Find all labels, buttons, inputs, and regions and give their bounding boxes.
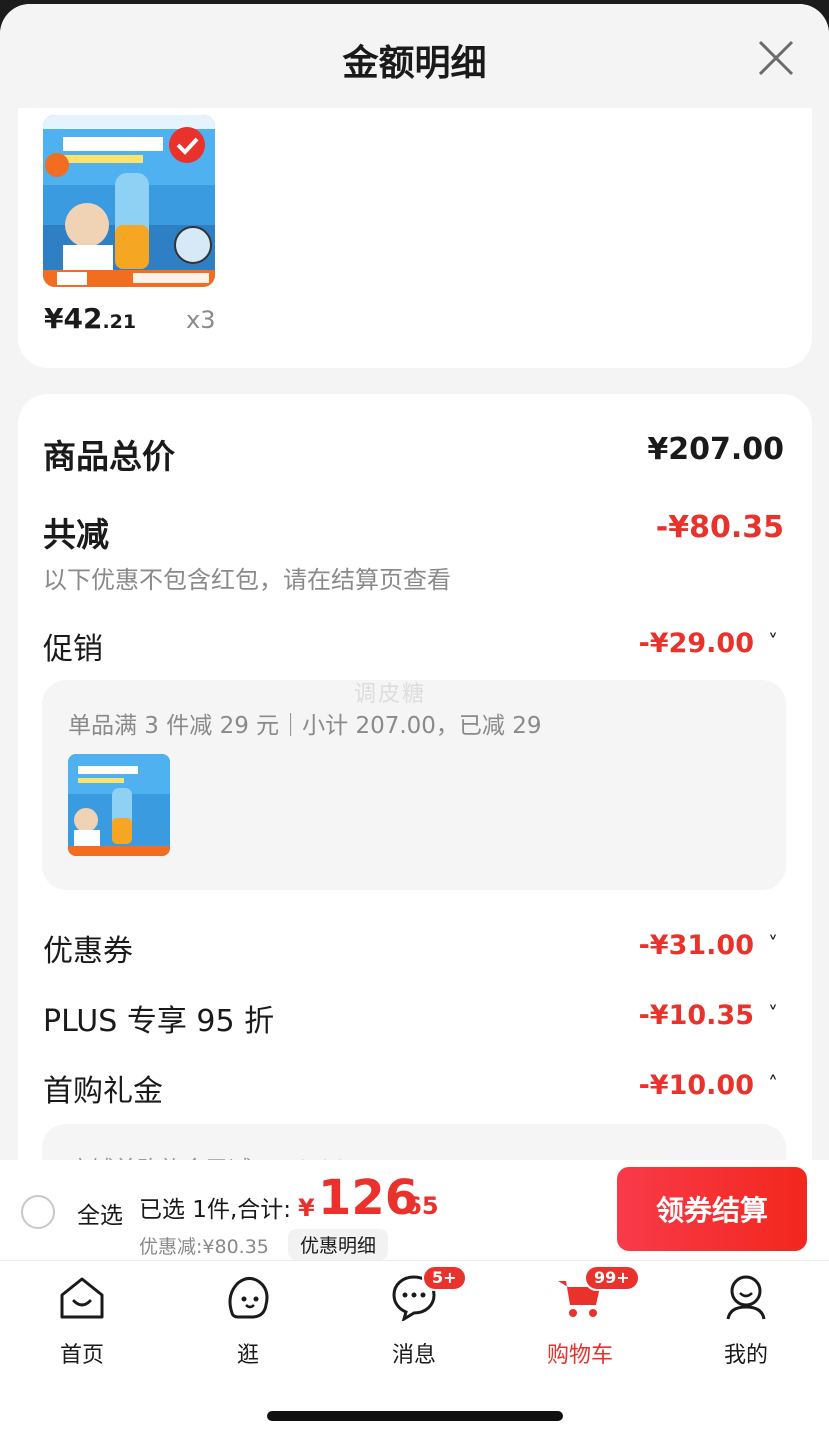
redpacket-note: 以下优惠不包含红包，请在结算页查看	[43, 566, 451, 594]
discount-detail-button[interactable]: 优惠明细	[288, 1229, 389, 1260]
promo-value[interactable]: -¥29.00	[639, 628, 754, 659]
tab-label: 消息	[391, 1343, 436, 1368]
first-purchase-gift-label: 首购礼金	[43, 1074, 163, 1109]
sheet-title: 金额明细	[342, 43, 487, 84]
amount-detail-sheet: 金额明细 ¥42.21 x3 商品总价 ¥207.00 共减 -¥80.35 以…	[0, 4, 829, 1439]
price-decimal: .21	[102, 311, 137, 333]
select-all-label[interactable]: 全选	[77, 1196, 123, 1230]
tab-home[interactable]: 首页	[12, 1269, 152, 1379]
promo-detail-text: 单品满 3 件减 29 元｜小计 207.00，已减 29	[68, 713, 542, 739]
total-amount-decimal: .65	[396, 1192, 439, 1220]
promo-label: 促销	[43, 632, 103, 667]
total-currency-symbol: ¥	[298, 1194, 315, 1222]
tab-browse[interactable]: 逛	[178, 1269, 318, 1379]
price-breakdown-card: 商品总价 ¥207.00 共减 -¥80.35 以下优惠不包含红包，请在结算页查…	[18, 394, 812, 1294]
profile-icon	[722, 1273, 770, 1321]
plus-discount-value[interactable]: -¥10.35	[639, 1000, 754, 1031]
tab-label: 逛	[236, 1343, 259, 1368]
home-indicator	[267, 1411, 563, 1421]
product-card: ¥42.21 x3	[18, 108, 812, 368]
total-price-label: 商品总价	[43, 437, 175, 476]
total-price-value: ¥207.00	[647, 432, 784, 467]
coupon-value[interactable]: -¥31.00	[639, 930, 754, 961]
tab-label: 购物车	[546, 1343, 613, 1368]
watermark-text: 调皮糖	[354, 682, 427, 707]
price-integer: ¥42	[44, 302, 103, 335]
promo-detail-box: 单品满 3 件减 29 元｜小计 207.00，已减 29	[42, 680, 786, 890]
sheet-header: 金额明细	[0, 4, 829, 110]
tab-label: 我的	[723, 1343, 768, 1368]
select-all-checkbox[interactable]	[21, 1195, 55, 1229]
home-icon	[58, 1273, 106, 1321]
product-price: ¥42.21	[44, 302, 136, 335]
tab-messages[interactable]: 5+ 消息	[344, 1265, 484, 1379]
tab-cart[interactable]: 99+ 购物车	[510, 1265, 650, 1379]
sunscreen-product-image[interactable]	[43, 115, 215, 287]
first-purchase-gift-value[interactable]: -¥10.00	[639, 1070, 754, 1101]
close-icon[interactable]	[752, 34, 800, 82]
chevron-down-icon[interactable]: ˅	[768, 932, 778, 956]
chevron-down-icon[interactable]: ˅	[768, 630, 778, 654]
product-quantity: x3	[186, 306, 216, 334]
promo-product-thumbnail[interactable]	[68, 754, 170, 856]
cart-badge: 99+	[584, 1265, 640, 1291]
selected-count-text: 已选 1件,合计:	[139, 1197, 292, 1223]
screen: 金额明细 ¥42.21 x3 商品总价 ¥207.00 共减 -¥80.35 以…	[0, 0, 829, 1439]
discount-summary: 优惠减:¥80.35	[139, 1236, 269, 1258]
total-reduction-label: 共减	[43, 515, 109, 554]
tab-profile[interactable]: 我的	[676, 1269, 816, 1379]
coupon-label: 优惠券	[43, 934, 133, 969]
chevron-down-icon[interactable]: ˅	[768, 1002, 778, 1026]
checkout-bar: 全选 已选 1件,合计: ¥ 126 .65 优惠减:¥80.35 优惠明细 领…	[0, 1160, 829, 1261]
browse-icon	[224, 1273, 272, 1321]
checkout-button[interactable]: 领券结算	[617, 1167, 807, 1251]
chevron-up-icon[interactable]: ˄	[768, 1072, 778, 1096]
total-reduction-value: -¥80.35	[655, 510, 784, 545]
tab-label: 首页	[59, 1343, 104, 1368]
message-badge: 5+	[422, 1265, 467, 1291]
plus-discount-label: PLUS 专享 95 折	[43, 1004, 275, 1039]
